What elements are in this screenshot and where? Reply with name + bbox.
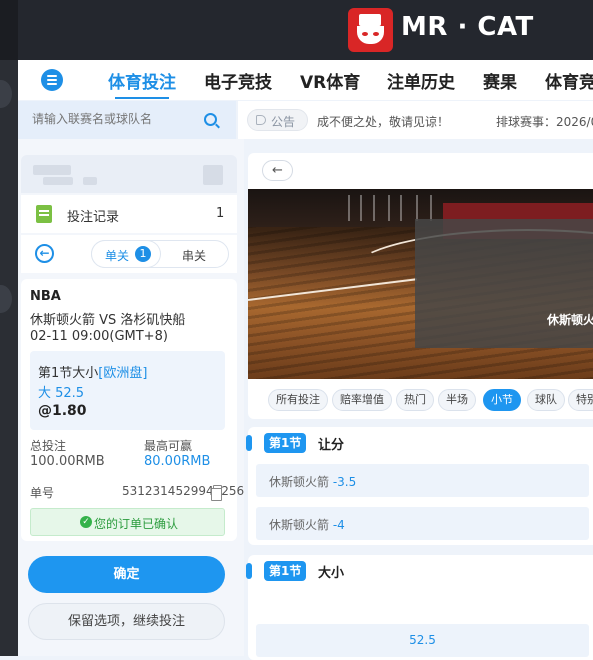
brand-name: MR · CAT [401, 12, 534, 42]
check-circle-icon: ✓ [80, 516, 92, 528]
handicap-header[interactable]: 第1节 让分 [246, 427, 593, 459]
keep-selections-button[interactable]: 保留选项，继续投注 [28, 603, 225, 640]
left-rail [0, 60, 18, 656]
back-arrow-icon[interactable]: ← [35, 244, 54, 263]
account-info-blurred [21, 155, 237, 193]
max-win-label: 最高可赢 [144, 439, 193, 453]
back-arrow-button[interactable]: ← [262, 160, 293, 181]
tab-results[interactable]: 赛果 [483, 68, 517, 93]
tab-sports-betting[interactable]: 体育投注 [108, 68, 176, 99]
search-bar [18, 101, 236, 139]
brand-logo-icon[interactable] [348, 8, 393, 52]
menu-icon[interactable] [41, 69, 63, 91]
copy-icon[interactable] [211, 485, 222, 501]
bet-record-label: 投注记录 [67, 210, 120, 225]
order-number-value: 5312314529943256 [122, 484, 245, 498]
notice-bar: 公告 成不便之处，敬请见谅！ 排球赛事：2026/0 [238, 101, 593, 139]
handicap-line: -4 [332, 518, 345, 532]
search-icon[interactable] [204, 113, 217, 126]
speaker-icon [256, 115, 266, 125]
max-win-value: 80.00RMB [144, 454, 211, 469]
tab-esports[interactable]: 电子竞技 [204, 68, 272, 93]
main-nav: 体育投注 电子竞技 VR体育 注单历史 赛果 体育竞 [18, 60, 593, 100]
filter-half[interactable]: 半场 [438, 389, 476, 411]
notice-pill[interactable]: 公告 [247, 109, 308, 131]
handicap-section: 第1节 让分 休斯顿火箭 -3.5 休斯顿火箭 -4 [246, 427, 593, 545]
filter-quarter[interactable]: 小节 [483, 389, 521, 411]
top-bar: MR · CAT [0, 0, 593, 60]
overlay-team-name: 休斯顿火 [547, 313, 593, 327]
total-stake-value: 100.00RMB [30, 454, 105, 469]
totals-header[interactable]: 第1节 大小 [246, 555, 593, 587]
team-name: 休斯顿火箭 [269, 518, 330, 532]
section-title: 让分 [318, 438, 345, 453]
handicap-line: -3.5 [332, 475, 357, 489]
rail-button[interactable] [0, 285, 12, 313]
bet-slip-panel: 投注记录 1 ← 单关 1 串关 NBA 休斯顿火箭 VS 洛杉矶快船 02-1… [18, 139, 244, 656]
order-confirmed-text: 您的订单已确认 [94, 517, 179, 531]
market-name: 第1节大小[欧洲盘] [38, 366, 148, 381]
notice-text: 成不便之处，敬请见谅！ [317, 115, 450, 129]
main-content: ← 休斯顿火 所有投注 赔率增值 热门 半场 小节 球队 特别 第1节 让分 休… [244, 139, 593, 660]
single-count-badge: 1 [135, 246, 151, 262]
document-icon [36, 205, 52, 223]
odds-row[interactable]: 休斯顿火箭 -4 [256, 507, 589, 540]
total-stake-label: 总投注 [30, 439, 67, 453]
team-name: 休斯顿火箭 [269, 475, 330, 489]
video-info-overlay: 休斯顿火 [415, 219, 593, 348]
selection-pick: 大 52.5 [38, 386, 85, 401]
market-type: [欧洲盘] [98, 366, 148, 381]
league-name: NBA [30, 289, 61, 304]
total-line-row[interactable]: 52.5 [256, 624, 589, 657]
notice-label: 公告 [271, 115, 296, 129]
period-tag: 第1节 [264, 433, 307, 453]
selection-box: 第1节大小[欧洲盘] 大 52.5 @1.80 [30, 351, 225, 430]
bet-mode-row: ← 单关 1 串关 [21, 235, 237, 273]
totals-section: 第1节 大小 52.5 [246, 555, 593, 660]
rail-button[interactable] [0, 80, 12, 108]
search-input[interactable] [32, 112, 202, 126]
bet-card: NBA 休斯顿火箭 VS 洛杉矶快船 02-11 09:00(GMT+8) 第1… [21, 279, 244, 541]
live-video[interactable]: 休斯顿火 [248, 189, 593, 379]
mode-single-button[interactable]: 单关 1 [92, 241, 160, 267]
match-name: 休斯顿火箭 VS 洛杉矶快船 [30, 313, 186, 328]
bet-record-row[interactable]: 投注记录 1 [21, 195, 237, 233]
period-tag: 第1节 [264, 561, 307, 581]
filter-odds-boost[interactable]: 赔率增值 [332, 389, 392, 411]
order-number-label: 单号 [30, 486, 55, 500]
selection-odds: @1.80 [38, 403, 87, 419]
tab-sports-more[interactable]: 体育竞 [545, 68, 593, 93]
live-video-card: ← 休斯顿火 所有投注 赔率增值 热门 半场 小节 球队 特别 [248, 153, 593, 419]
mode-multi-button[interactable]: 串关 [182, 247, 206, 264]
filter-popular[interactable]: 热门 [396, 389, 434, 411]
section-title: 大小 [318, 566, 345, 581]
mode-single-label: 单关 [105, 249, 130, 263]
order-confirmed-banner: ✓ 您的订单已确认 [30, 508, 225, 536]
bet-mode-toggle: 单关 1 串关 [91, 240, 229, 268]
odds-row[interactable]: 休斯顿火箭 -3.5 [256, 464, 589, 497]
filter-special[interactable]: 特别 [568, 389, 593, 411]
tab-bet-history[interactable]: 注单历史 [387, 68, 455, 93]
confirm-button[interactable]: 确定 [28, 556, 225, 593]
top-left-strip [0, 0, 18, 60]
bet-record-count: 1 [216, 206, 225, 221]
notice-text-scroll: 排球赛事：2026/0 [496, 115, 593, 129]
match-time: 02-11 09:00(GMT+8) [30, 329, 168, 344]
tab-vr-sports[interactable]: VR体育 [300, 68, 360, 93]
filter-all-bets[interactable]: 所有投注 [268, 389, 328, 411]
filter-team[interactable]: 球队 [527, 389, 565, 411]
